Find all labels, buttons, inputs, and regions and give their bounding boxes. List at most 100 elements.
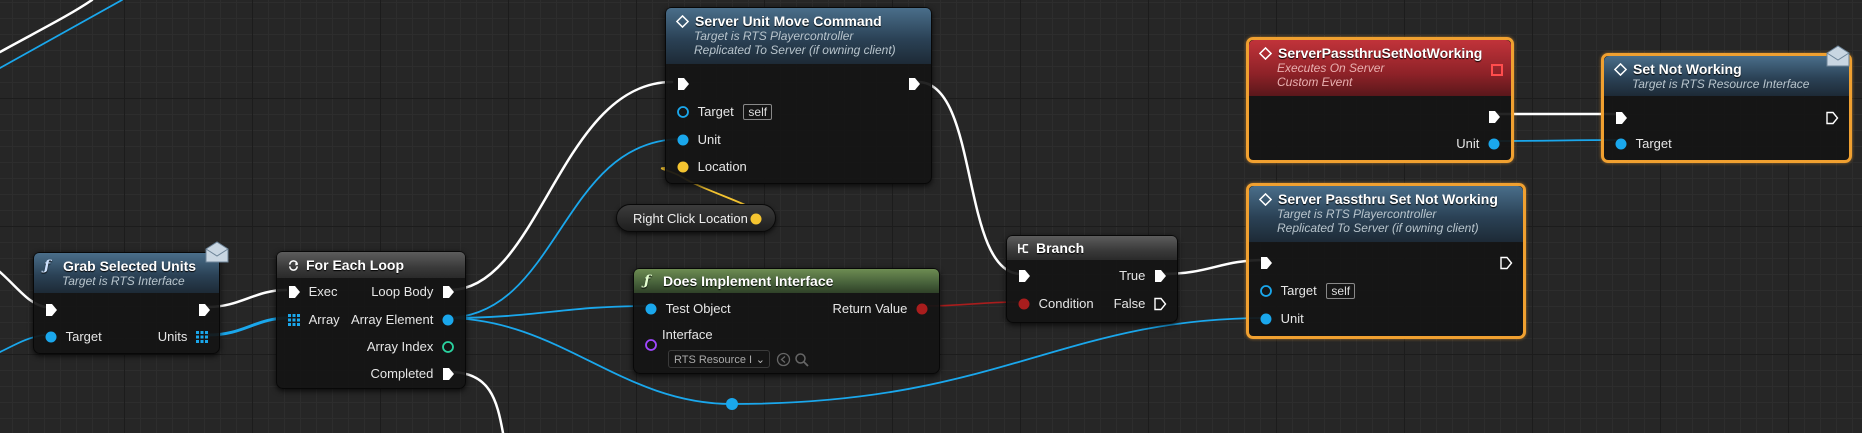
pin-target[interactable]: Target <box>44 328 102 345</box>
pin-label: False <box>1113 295 1146 311</box>
wire-element-to-testobject[interactable] <box>444 305 651 319</box>
pin-exec-in[interactable]: Exec <box>287 283 338 300</box>
loop-icon <box>289 259 299 271</box>
pin-label: Location <box>697 158 747 174</box>
pin-target[interactable]: Target <box>1614 135 1672 152</box>
int-pin-icon <box>442 340 454 353</box>
pin-label: Target <box>65 328 102 344</box>
wire-loopbody-to-move[interactable] <box>448 80 674 292</box>
struct-pin-icon[interactable] <box>749 212 763 226</box>
pin-exec-in[interactable] <box>44 301 58 317</box>
branch-icon <box>1018 243 1029 253</box>
pin-true[interactable]: True <box>1119 267 1167 284</box>
node-header[interactable]: ServerPassthruSetNotWorking Executes On … <box>1249 40 1511 96</box>
pin-label: Unit <box>1456 135 1480 151</box>
object-pin-empty-icon <box>677 105 689 118</box>
pin-label: Units <box>157 328 188 344</box>
self-default-value: self <box>743 103 773 120</box>
use-selected-asset-icon[interactable] <box>776 352 791 367</box>
node-header[interactable]: ƒ Grab Selected Units Target is RTS Inter… <box>34 253 219 293</box>
wire-top-left-exec[interactable] <box>0 0 94 54</box>
browse-magnifier-icon[interactable] <box>794 352 809 367</box>
pin-label: Exec <box>308 283 338 299</box>
pin-label: Condition <box>1038 295 1094 311</box>
interface-select-value: RTS Resource I <box>674 354 753 366</box>
array-pin-icon <box>288 313 300 326</box>
exec-pin-icon <box>1019 269 1030 282</box>
pin-exec-in[interactable] <box>1614 109 1628 125</box>
exec-pin-empty-icon <box>1500 256 1513 269</box>
node-header[interactable]: Server Passthru Set Not Working Target i… <box>1249 186 1523 242</box>
node-title: Branch <box>1036 240 1085 256</box>
replicated-function-icon <box>676 14 689 28</box>
exec-pin-icon <box>46 303 57 316</box>
pin-unit[interactable]: Unit <box>1259 310 1304 327</box>
chevron-down-icon: ⌄ <box>755 354 765 366</box>
exec-pin-empty-icon <box>1826 111 1839 124</box>
pin-completed[interactable]: Completed <box>371 365 456 382</box>
pin-location[interactable]: Location <box>676 158 747 175</box>
interface-select[interactable]: RTS Resource I ⌄ <box>668 350 770 368</box>
node-header[interactable]: ƒ Does Implement Interface <box>634 269 939 293</box>
pin-label: True <box>1119 267 1146 283</box>
delegate-pin-icon[interactable] <box>1491 64 1503 76</box>
pin-false[interactable]: False <box>1114 295 1167 312</box>
node-header[interactable]: Branch <box>1007 236 1177 260</box>
exec-pin-icon <box>678 77 689 90</box>
variable-right-click-location[interactable]: Right Click Location <box>616 204 776 232</box>
node-header[interactable]: Server Unit Move Command Target is RTS P… <box>666 8 931 64</box>
pin-exec-out[interactable] <box>1499 254 1513 270</box>
object-pin-icon <box>45 331 57 343</box>
pin-exec-in[interactable] <box>1017 267 1031 283</box>
pin-exec-out[interactable] <box>907 75 921 91</box>
pin-condition[interactable]: Condition <box>1017 295 1094 312</box>
pin-exec-out[interactable] <box>197 301 211 317</box>
pin-label: Loop Body <box>371 283 434 299</box>
node-title: Does Implement Interface <box>663 273 834 289</box>
node-set-not-working[interactable]: Set Not Working Target is RTS Resource I… <box>1601 53 1852 163</box>
node-branch[interactable]: Branch Condition True False <box>1006 235 1178 323</box>
pin-exec-out[interactable] <box>1825 109 1839 125</box>
pin-array[interactable]: Array <box>287 311 340 328</box>
pin-units[interactable]: Units <box>158 328 209 345</box>
object-pin-icon <box>442 314 454 326</box>
pin-target[interactable]: Target self <box>1259 282 1356 299</box>
pin-label: Array Element <box>351 311 434 327</box>
pin-array-element[interactable]: Array Element <box>351 311 455 328</box>
node-title: Server Passthru Set Not Working <box>1278 191 1498 207</box>
pin-label: Unit <box>697 131 721 147</box>
exec-pin-icon <box>289 285 300 298</box>
pin-loop-body[interactable]: Loop Body <box>371 283 455 300</box>
event-icon <box>1259 46 1272 60</box>
pin-exec-in[interactable] <box>1259 254 1273 270</box>
node-subtitle: Target is RTS Resource Interface <box>1632 77 1810 91</box>
reroute-knot[interactable] <box>725 397 739 411</box>
node-subtitle-replicated: Replicated To Server (if owning client) <box>1277 221 1479 235</box>
function-icon: ƒ <box>44 257 51 274</box>
interface-pin-icon[interactable] <box>644 338 658 352</box>
node-custom-event-server-passthru[interactable]: ServerPassthruSetNotWorking Executes On … <box>1246 37 1514 163</box>
exec-pin-empty-icon <box>1154 297 1167 310</box>
pin-label: Return Value <box>832 300 908 316</box>
node-server-passthru-set-not-working[interactable]: Server Passthru Set Not Working Target i… <box>1246 183 1526 339</box>
pin-label: Target <box>1635 135 1672 151</box>
node-for-each-loop[interactable]: For Each Loop Exec Array Loop Body Array… <box>276 251 466 389</box>
wire-top-left-object[interactable] <box>0 0 123 69</box>
pin-label: Unit <box>1280 310 1304 326</box>
node-server-unit-move-command[interactable]: Server Unit Move Command Target is RTS P… <box>665 7 932 184</box>
exec-pin-icon <box>1489 110 1500 123</box>
node-header[interactable]: Set Not Working Target is RTS Resource I… <box>1604 56 1849 96</box>
node-grab-selected-units[interactable]: ƒ Grab Selected Units Target is RTS Inter… <box>33 252 220 354</box>
node-does-implement-interface[interactable]: ƒ Does Implement Interface Test Object Re… <box>633 268 940 374</box>
node-header[interactable]: For Each Loop <box>277 252 465 278</box>
pin-unit[interactable]: Unit <box>676 131 721 148</box>
pin-unit[interactable]: Unit <box>1456 135 1501 152</box>
pin-target[interactable]: Target self <box>676 103 773 120</box>
pin-array-index[interactable]: Array Index <box>367 338 455 355</box>
pin-exec-out[interactable] <box>1487 108 1501 124</box>
pin-label: Test Object <box>665 300 731 316</box>
pin-test-object[interactable]: Test Object <box>644 300 731 317</box>
pin-exec-in[interactable] <box>676 75 690 91</box>
node-subtitle-custom: Custom Event <box>1277 75 1353 89</box>
pin-return-value[interactable]: Return Value <box>832 300 929 317</box>
